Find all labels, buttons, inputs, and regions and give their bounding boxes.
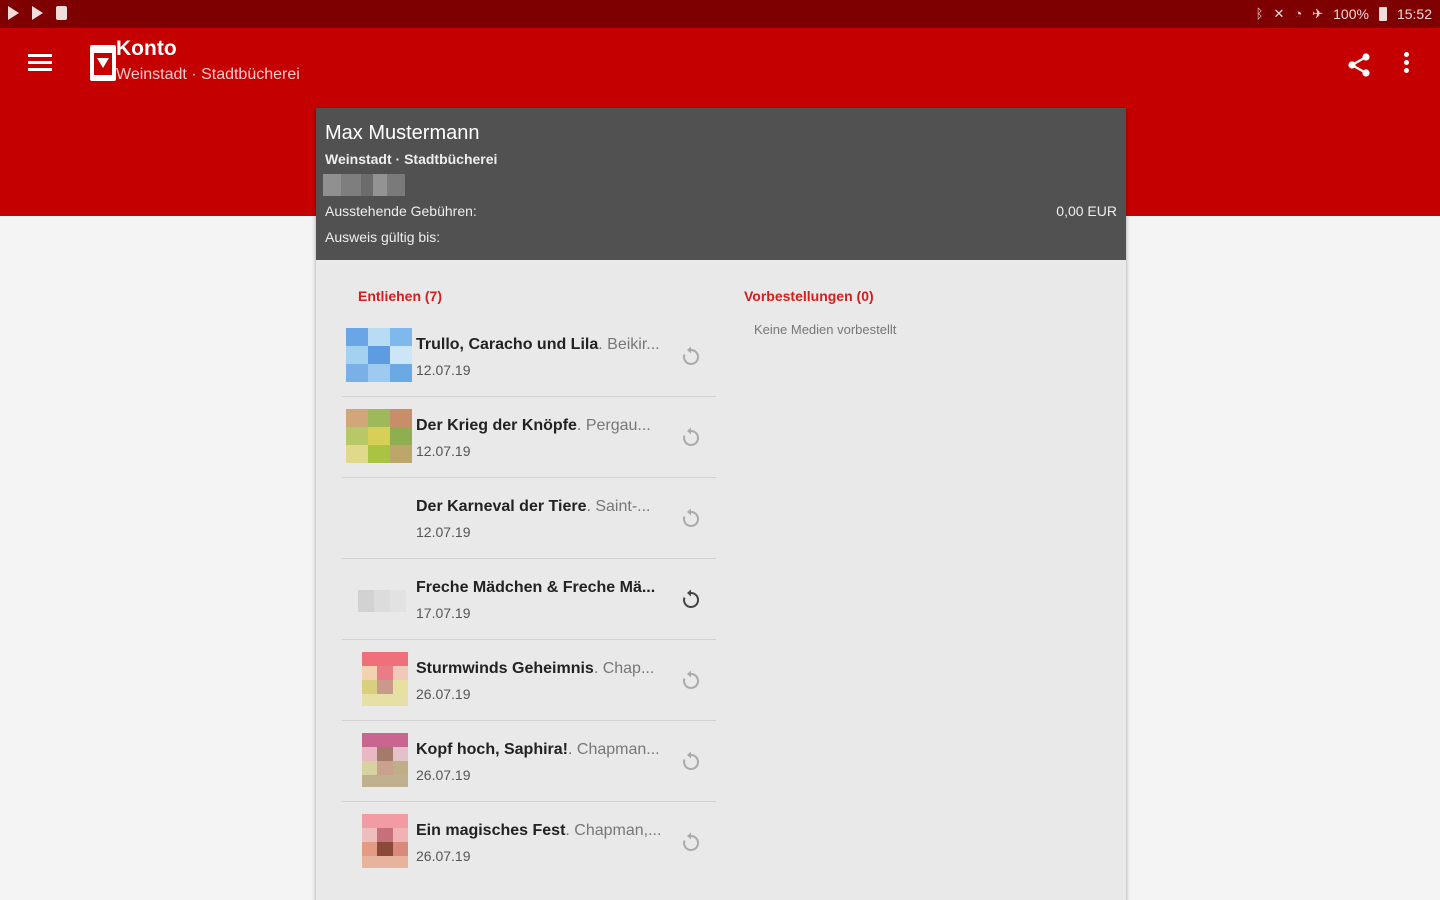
book-author: . Pergau... bbox=[576, 417, 651, 434]
bluetooth-icon: ᛒ bbox=[1255, 6, 1264, 21]
book-title-line: Sturmwinds Geheimnis. Chap... bbox=[416, 660, 676, 678]
mute-icon: ✕ bbox=[1273, 6, 1285, 21]
battery-percent: 100% bbox=[1333, 6, 1369, 22]
book-title: Sturmwinds Geheimnis bbox=[416, 660, 594, 677]
list-item[interactable]: Trullo, Caracho und Lila. Beikir... 12.0… bbox=[342, 316, 716, 397]
card-valid-label: Ausweis gültig bis: bbox=[325, 229, 441, 245]
book-title-line: Der Karneval der Tiere. Saint-... bbox=[416, 498, 676, 516]
book-title: Der Krieg der Knöpfe bbox=[416, 417, 577, 434]
library-subtitle: Weinstadt · Stadtbücherei bbox=[116, 66, 300, 83]
sd-card-icon bbox=[56, 6, 67, 20]
airplane-icon: ✈ bbox=[1312, 6, 1324, 21]
renew-icon[interactable] bbox=[680, 832, 702, 854]
app-bar: Konto Weinstadt · Stadtbücherei bbox=[0, 28, 1440, 98]
account-header: Max Mustermann Weinstadt · Stadtbücherei… bbox=[316, 108, 1126, 260]
book-author: . Chapman,... bbox=[565, 822, 662, 839]
due-date: 12.07.19 bbox=[416, 524, 471, 540]
battery-icon bbox=[1378, 7, 1387, 21]
status-notification-icons bbox=[8, 6, 67, 20]
reservations-section-title: Vorbestellungen (0) bbox=[744, 288, 874, 304]
status-system-icons: ᛒ ✕ ◔ ✈ 100% 15:52 bbox=[1256, 6, 1432, 22]
share-icon[interactable] bbox=[1346, 52, 1372, 78]
book-cover bbox=[346, 409, 412, 463]
list-item[interactable]: Der Karneval der Tiere. Saint-... 12.07.… bbox=[342, 478, 716, 559]
lent-list: Trullo, Caracho und Lila. Beikir... 12.0… bbox=[342, 316, 716, 883]
account-name: Max Mustermann bbox=[325, 122, 480, 144]
book-cover bbox=[346, 652, 412, 706]
fees-value: 0,00 EUR bbox=[1056, 203, 1117, 219]
menu-icon[interactable] bbox=[28, 54, 52, 72]
due-date: 26.07.19 bbox=[416, 767, 471, 783]
status-bar: ᛒ ✕ ◔ ✈ 100% 15:52 bbox=[0, 0, 1440, 28]
renew-icon[interactable] bbox=[680, 589, 702, 611]
book-author: . Chap... bbox=[593, 660, 655, 677]
due-date: 26.07.19 bbox=[416, 686, 471, 702]
play-store-icon bbox=[8, 6, 22, 20]
clock: 15:52 bbox=[1396, 6, 1432, 22]
card-number-redacted bbox=[323, 174, 405, 196]
book-cover bbox=[346, 328, 412, 382]
account-card: Max Mustermann Weinstadt · Stadtbücherei… bbox=[316, 108, 1126, 900]
play-store-icon bbox=[32, 6, 46, 20]
book-author: . Beikir... bbox=[598, 336, 660, 353]
due-date: 26.07.19 bbox=[416, 848, 471, 864]
more-options-icon[interactable] bbox=[1402, 52, 1410, 76]
due-date: 12.07.19 bbox=[416, 443, 471, 459]
book-title-line: Ein magisches Fest. Chapman,... bbox=[416, 822, 676, 840]
wifi-icon: ◔ bbox=[1294, 6, 1303, 21]
book-cover bbox=[346, 571, 412, 625]
renew-icon[interactable] bbox=[680, 751, 702, 773]
due-date: 17.07.19 bbox=[416, 605, 471, 621]
book-title: Kopf hoch, Saphira! bbox=[416, 741, 568, 758]
renew-icon[interactable] bbox=[680, 346, 702, 368]
renew-icon[interactable] bbox=[680, 670, 702, 692]
renew-icon[interactable] bbox=[680, 508, 702, 530]
list-item[interactable]: Der Krieg der Knöpfe. Pergau... 12.07.19 bbox=[342, 397, 716, 478]
renew-icon[interactable] bbox=[680, 427, 702, 449]
book-cover bbox=[346, 814, 412, 868]
reservations-empty-text: Keine Medien vorbestellt bbox=[754, 322, 897, 337]
list-item[interactable]: Ein magisches Fest. Chapman,... 26.07.19 bbox=[342, 802, 716, 883]
page-title: Konto bbox=[116, 37, 177, 60]
due-date: 12.07.19 bbox=[416, 362, 471, 378]
book-title: Der Karneval der Tiere bbox=[416, 498, 587, 515]
book-title: Trullo, Caracho und Lila bbox=[416, 336, 599, 353]
book-title-line: Kopf hoch, Saphira!. Chapman... bbox=[416, 741, 676, 759]
list-item[interactable]: Kopf hoch, Saphira!. Chapman... 26.07.19 bbox=[342, 721, 716, 802]
account-library: Weinstadt · Stadtbücherei bbox=[325, 151, 498, 167]
lent-section-title: Entliehen (7) bbox=[358, 288, 443, 304]
book-title-line: Trullo, Caracho und Lila. Beikir... bbox=[416, 336, 676, 354]
book-title-line: Freche Mädchen & Freche Mä... bbox=[416, 579, 676, 597]
book-author: . Chapman... bbox=[568, 741, 660, 758]
list-item[interactable]: Freche Mädchen & Freche Mä... 17.07.19 bbox=[342, 559, 716, 640]
book-author: . Saint-... bbox=[586, 498, 651, 515]
list-item[interactable]: Sturmwinds Geheimnis. Chap... 26.07.19 bbox=[342, 640, 716, 721]
fees-label: Ausstehende Gebühren: bbox=[325, 203, 477, 219]
library-logo-icon bbox=[90, 45, 116, 81]
book-title: Freche Mädchen & Freche Mä... bbox=[416, 579, 656, 596]
book-cover bbox=[346, 733, 412, 787]
book-title: Ein magisches Fest bbox=[416, 822, 566, 839]
book-title-line: Der Krieg der Knöpfe. Pergau... bbox=[416, 417, 676, 435]
